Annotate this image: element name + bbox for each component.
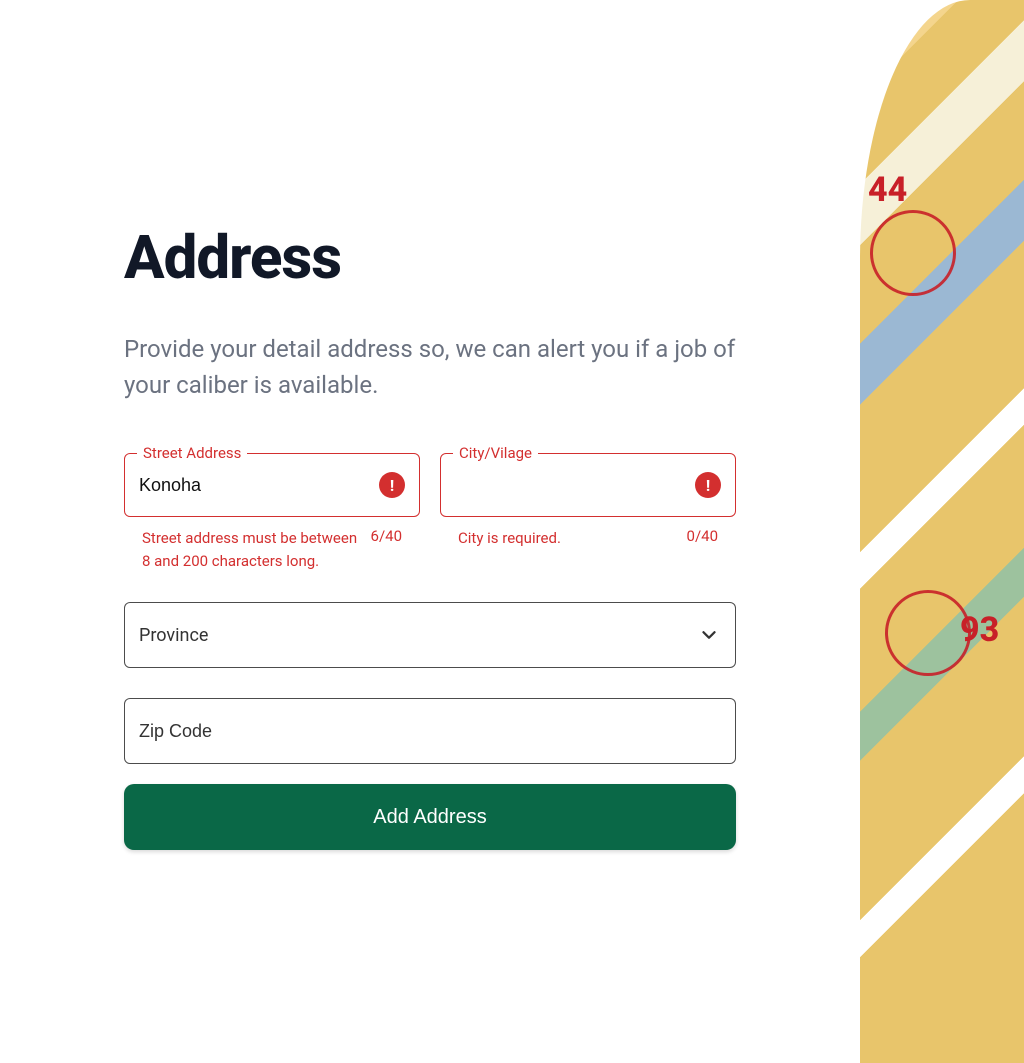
city-field[interactable]: City/Vilage !	[440, 453, 736, 517]
map-number: 93	[960, 610, 999, 650]
page-description: Provide your detail address so, we can a…	[124, 331, 736, 403]
map-number: 44	[868, 170, 907, 210]
street-input[interactable]	[139, 475, 373, 496]
error-icon: !	[379, 472, 405, 498]
error-icon: !	[695, 472, 721, 498]
city-label: City/Vilage	[453, 444, 538, 462]
zip-field[interactable]	[124, 698, 736, 764]
city-field-wrap: City/Vilage ! City is required. 0/40	[440, 453, 736, 572]
street-helper-row: Street address must be between 8 and 200…	[124, 517, 420, 572]
city-error-text: City is required.	[458, 527, 561, 550]
province-select[interactable]: Province	[124, 602, 736, 668]
street-label: Street Address	[137, 444, 247, 462]
field-row: Street Address ! Street address must be …	[124, 453, 736, 572]
city-helper-row: City is required. 0/40	[440, 517, 736, 550]
street-counter: 6/40	[371, 527, 402, 545]
city-counter: 0/40	[687, 527, 718, 545]
form-content: Address Provide your detail address so, …	[124, 222, 736, 850]
street-field-wrap: Street Address ! Street address must be …	[124, 453, 420, 572]
street-field[interactable]: Street Address !	[124, 453, 420, 517]
map-image: 44 93	[860, 0, 1024, 1063]
province-placeholder: Province	[139, 625, 697, 646]
chevron-down-icon	[697, 623, 721, 647]
form-panel: Address Provide your detail address so, …	[0, 0, 860, 1063]
city-input[interactable]	[455, 475, 689, 496]
street-error-text: Street address must be between 8 and 200…	[142, 527, 361, 572]
zip-input[interactable]	[139, 721, 721, 742]
page-title: Address	[124, 222, 736, 293]
add-address-button[interactable]: Add Address	[124, 784, 736, 850]
